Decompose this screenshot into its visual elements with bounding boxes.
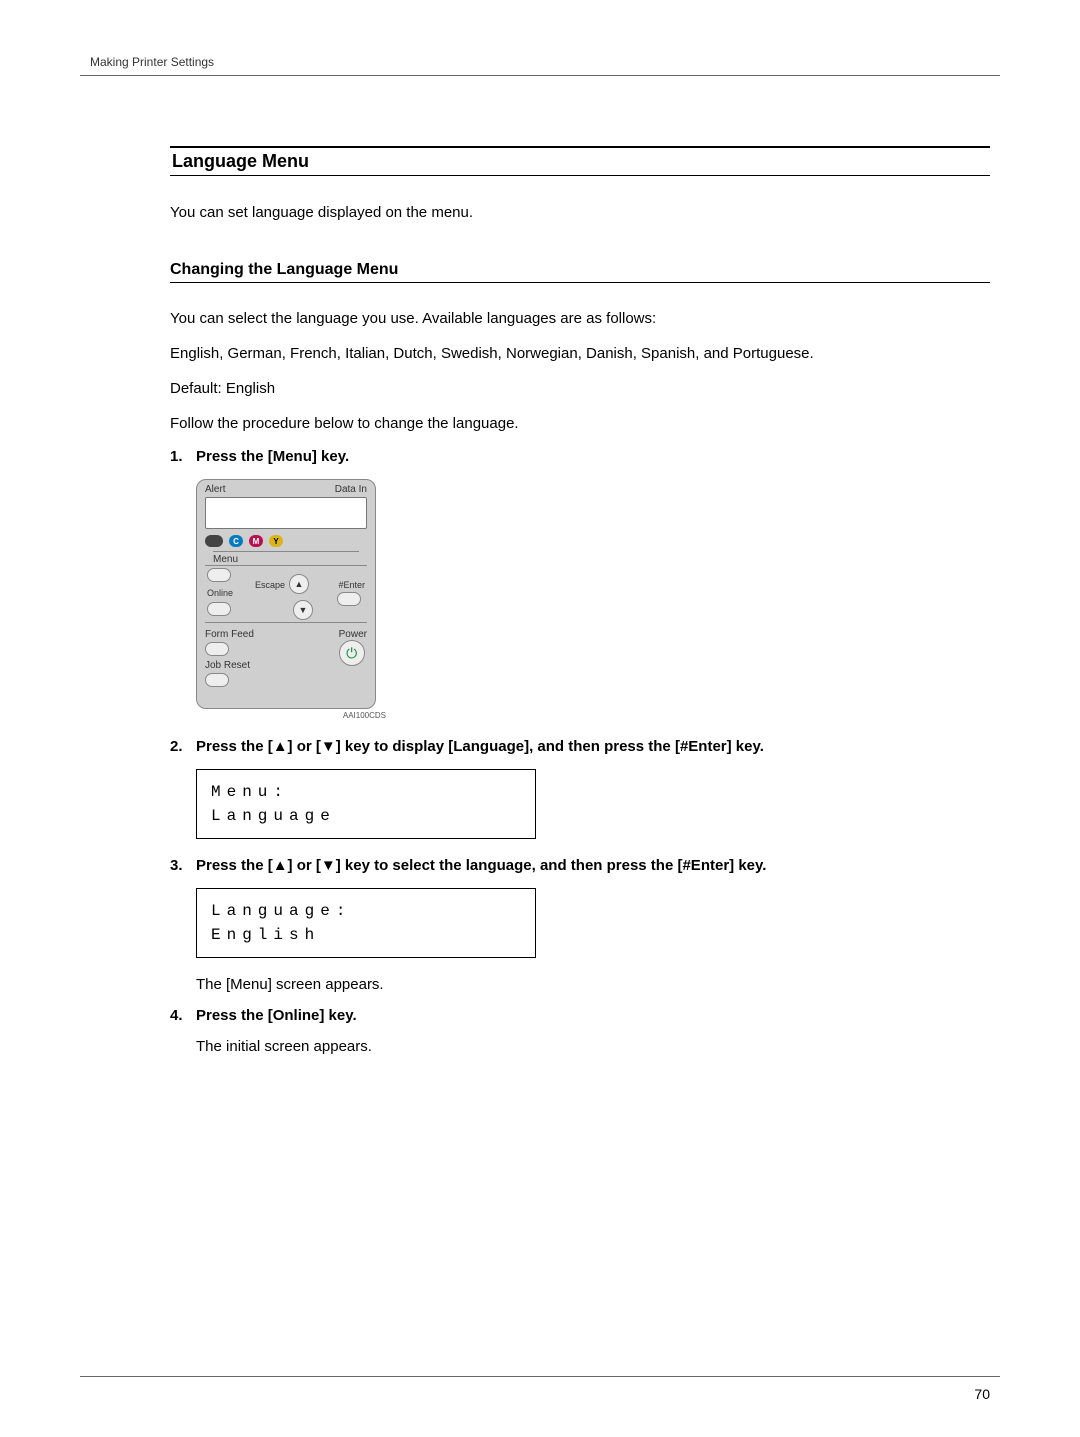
running-header: Making Printer Settings bbox=[80, 55, 1000, 75]
para-available: You can select the language you use. Ava… bbox=[170, 308, 990, 329]
online-button[interactable] bbox=[207, 602, 231, 616]
up-arrow-button[interactable]: ▲ bbox=[289, 574, 309, 594]
step-3-text: Press the [▲] or [▼] key to select the l… bbox=[196, 857, 766, 874]
menu-button[interactable] bbox=[207, 568, 231, 582]
figure-code: AAI100CDS bbox=[196, 711, 386, 720]
jobreset-button[interactable] bbox=[205, 673, 229, 687]
escape-label: Escape bbox=[255, 580, 285, 590]
alert-label: Alert bbox=[205, 484, 226, 495]
step-4-number: 4. bbox=[170, 1007, 196, 1024]
para-default: Default: English bbox=[170, 378, 990, 399]
subsection-title: Changing the Language Menu bbox=[170, 261, 990, 283]
header-rule bbox=[80, 75, 1000, 76]
page-number: 70 bbox=[974, 1386, 990, 1402]
jobreset-label: Job Reset bbox=[205, 660, 254, 671]
lcd-display-2: Language: English bbox=[196, 888, 536, 958]
formfeed-label: Form Feed bbox=[205, 629, 254, 640]
step-4-text: Press the [Online] key. bbox=[196, 1007, 357, 1024]
section-title: Language Menu bbox=[170, 146, 990, 176]
printer-panel-figure: Alert Data In C M Y Menu Online bbox=[196, 479, 990, 720]
step-4: 4. Press the [Online] key. bbox=[170, 1007, 990, 1024]
step-3-note: The [Menu] screen appears. bbox=[196, 976, 990, 993]
step-3-number: 3. bbox=[170, 857, 196, 874]
step-3: 3. Press the [▲] or [▼] key to select th… bbox=[170, 857, 990, 874]
panel-lcd bbox=[205, 497, 367, 529]
toner-y-icon: Y bbox=[269, 535, 283, 547]
step-1-number: 1. bbox=[170, 448, 196, 465]
step-4-note: The initial screen appears. bbox=[196, 1038, 990, 1055]
lcd1-line1: Menu: bbox=[211, 780, 521, 804]
toner-m-icon: M bbox=[249, 535, 263, 547]
power-button[interactable]: ⏻ bbox=[339, 640, 365, 666]
step-2: 2. Press the [▲] or [▼] key to display [… bbox=[170, 738, 990, 755]
step-2-text: Press the [▲] or [▼] key to display [Lan… bbox=[196, 738, 764, 755]
step-1-text: Press the [Menu] key. bbox=[196, 448, 349, 465]
lcd2-line1: Language: bbox=[211, 899, 521, 923]
intro-text: You can set language displayed on the me… bbox=[170, 204, 990, 221]
nav-area: Online Escape ▲ ▼ #Enter bbox=[205, 565, 367, 623]
para-follow: Follow the procedure below to change the… bbox=[170, 413, 990, 434]
para-languages: English, German, French, Italian, Dutch,… bbox=[170, 343, 990, 364]
lcd2-line2: English bbox=[211, 923, 521, 947]
step-2-number: 2. bbox=[170, 738, 196, 755]
enter-button[interactable] bbox=[337, 592, 361, 606]
step-1: 1. Press the [Menu] key. bbox=[170, 448, 990, 465]
power-label: Power bbox=[339, 629, 367, 640]
lcd1-line2: Language bbox=[211, 804, 521, 828]
online-label: Online bbox=[207, 588, 233, 598]
menu-label: Menu bbox=[213, 554, 238, 565]
down-arrow-button[interactable]: ▼ bbox=[293, 600, 313, 620]
toner-k-icon bbox=[205, 535, 223, 547]
footer-rule bbox=[80, 1376, 1000, 1377]
lcd-display-1: Menu: Language bbox=[196, 769, 536, 839]
enter-label: #Enter bbox=[338, 580, 365, 590]
datain-label: Data In bbox=[335, 484, 367, 495]
formfeed-button[interactable] bbox=[205, 642, 229, 656]
toner-c-icon: C bbox=[229, 535, 243, 547]
